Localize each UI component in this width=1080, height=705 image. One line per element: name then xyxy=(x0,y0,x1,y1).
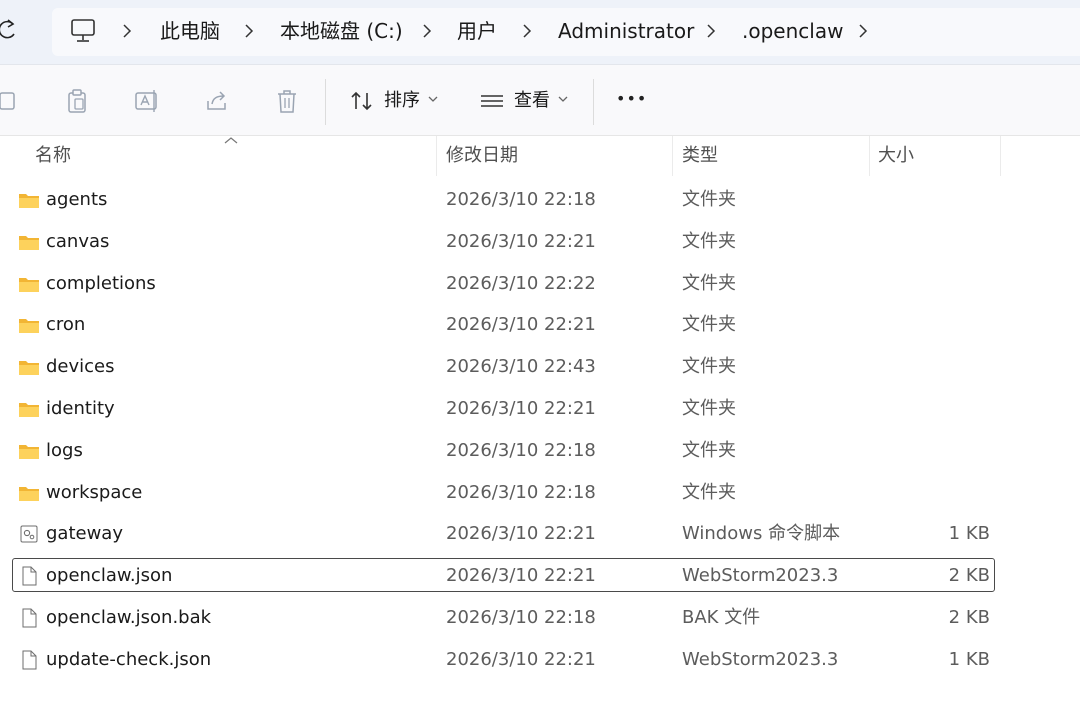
file-modified: 2026/3/10 22:21 xyxy=(446,314,596,336)
file-name: identity xyxy=(46,398,115,419)
file-type: 文件夹 xyxy=(682,439,736,461)
paste-icon[interactable] xyxy=(63,87,91,115)
focus-rectangle xyxy=(12,558,995,592)
more-options-button[interactable]: ••• xyxy=(616,87,647,111)
folder-icon xyxy=(18,190,40,210)
chevron-right-icon[interactable] xyxy=(856,18,870,44)
file-modified: 2026/3/10 22:22 xyxy=(446,272,596,294)
file-icon xyxy=(18,650,40,670)
file-row[interactable]: workspace 2026/3/10 22:18 文件夹 xyxy=(0,473,1080,513)
file-icon xyxy=(18,608,40,628)
toolbar-divider xyxy=(325,79,326,125)
file-row[interactable]: update-check.json 2026/3/10 22:21 WebStorm… xyxy=(0,640,1080,680)
file-type: BAK 文件 xyxy=(682,607,761,628)
sort-icon[interactable] xyxy=(348,87,376,115)
file-row[interactable]: completions 2026/3/10 22:22 文件夹 xyxy=(0,264,1080,304)
file-name: devices xyxy=(46,356,115,378)
file-name: gateway xyxy=(46,523,123,545)
file-modified: 2026/3/10 22:18 xyxy=(446,607,596,628)
file-size: 2 KB xyxy=(948,607,990,628)
file-name: logs xyxy=(46,439,83,461)
file-modified: 2026/3/10 22:21 xyxy=(446,648,596,670)
column-header-size[interactable]: 大小 xyxy=(878,144,914,168)
delete-icon[interactable] xyxy=(273,87,301,115)
file-name: canvas xyxy=(46,230,110,252)
file-row[interactable]: canvas 2026/3/10 22:21 文件夹 xyxy=(0,222,1080,262)
file-modified: 2026/3/10 22:43 xyxy=(446,356,596,378)
file-modified: 2026/3/10 22:21 xyxy=(446,230,596,252)
view-list-icon[interactable] xyxy=(478,87,506,115)
chevron-right-icon[interactable] xyxy=(704,18,718,44)
chevron-down-icon[interactable] xyxy=(558,95,568,103)
file-modified: 2026/3/10 22:21 xyxy=(446,398,596,419)
folder-icon xyxy=(18,399,40,419)
file-type: 文件夹 xyxy=(682,481,736,503)
file-type: Windows 命令脚本 xyxy=(682,523,841,545)
file-row[interactable]: agents 2026/3/10 22:18 文件夹 xyxy=(0,180,1080,220)
file-row[interactable]: devices 2026/3/10 22:43 文件夹 xyxy=(0,347,1080,387)
breadcrumb-users[interactable]: 用户 xyxy=(457,18,497,44)
file-size: 1 KB xyxy=(948,648,990,670)
rename-icon[interactable] xyxy=(133,87,161,115)
command-bar: 排序 查看 ••• xyxy=(0,64,1080,136)
file-type: 文件夹 xyxy=(682,272,736,294)
toolbar-divider xyxy=(593,79,594,125)
file-modified: 2026/3/10 22:18 xyxy=(446,439,596,461)
column-header-type[interactable]: 类型 xyxy=(682,144,718,168)
column-header-row: 名称 修改日期 类型 大小 xyxy=(0,136,1080,176)
file-type: 文件夹 xyxy=(682,314,736,336)
folder-icon xyxy=(18,232,40,252)
file-type: 文件夹 xyxy=(682,189,736,210)
file-type: 文件夹 xyxy=(682,398,736,419)
column-divider[interactable] xyxy=(436,136,437,176)
chevron-right-icon[interactable] xyxy=(420,18,434,44)
chevron-right-icon[interactable] xyxy=(242,18,256,44)
file-name: update-check.json xyxy=(46,648,212,670)
file-row[interactable]: logs 2026/3/10 22:18 文件夹 xyxy=(0,431,1080,471)
file-name: cron xyxy=(46,314,86,336)
column-header-modified[interactable]: 修改日期 xyxy=(446,144,518,168)
column-header-name[interactable]: 名称 xyxy=(35,144,71,168)
chevron-down-icon[interactable] xyxy=(428,95,438,103)
column-divider[interactable] xyxy=(672,136,673,176)
address-bar-area: 此电脑 本地磁盘 (C:) 用户 Administrator .openclaw xyxy=(0,0,1080,64)
folder-icon xyxy=(18,483,40,503)
file-size: 1 KB xyxy=(948,523,990,545)
file-name: openclaw.json.bak xyxy=(46,607,212,628)
file-type: 文件夹 xyxy=(682,356,736,378)
column-divider[interactable] xyxy=(1000,136,1001,176)
file-modified: 2026/3/10 22:18 xyxy=(446,481,596,503)
file-modified: 2026/3/10 22:18 xyxy=(446,189,596,210)
folder-icon xyxy=(18,441,40,461)
column-divider[interactable] xyxy=(869,136,870,176)
view-button[interactable]: 查看 xyxy=(514,89,550,113)
file-name: completions xyxy=(46,272,156,294)
script-file-icon xyxy=(18,524,40,544)
file-type: 文件夹 xyxy=(682,230,736,252)
folder-icon xyxy=(18,274,40,294)
sort-button[interactable]: 排序 xyxy=(384,89,420,113)
file-row[interactable]: identity 2026/3/10 22:21 文件夹 xyxy=(0,389,1080,429)
file-row[interactable]: cron 2026/3/10 22:21 文件夹 xyxy=(0,305,1080,345)
file-modified: 2026/3/10 22:21 xyxy=(446,523,596,545)
file-row[interactable]: gateway 2026/3/10 22:21 Windows 命令脚本 1 KB xyxy=(0,514,1080,554)
breadcrumb-administrator[interactable]: Administrator xyxy=(558,18,694,44)
copy-icon[interactable] xyxy=(0,87,20,115)
breadcrumb-local-disk[interactable]: 本地磁盘 (C:) xyxy=(280,18,403,44)
file-name: agents xyxy=(46,189,108,210)
chevron-right-icon[interactable] xyxy=(120,18,134,44)
folder-icon xyxy=(18,315,40,335)
file-type: WebStorm2023.3 xyxy=(682,648,839,670)
chevron-right-icon[interactable] xyxy=(520,18,534,44)
folder-icon xyxy=(18,357,40,377)
file-name: workspace xyxy=(46,481,143,503)
breadcrumb-openclaw[interactable]: .openclaw xyxy=(742,18,843,44)
computer-icon xyxy=(71,19,95,42)
file-row[interactable]: openclaw.json.bak 2026/3/10 22:18 BAK 文件 2 … xyxy=(0,598,1080,638)
refresh-icon[interactable] xyxy=(0,14,20,46)
share-icon[interactable] xyxy=(203,87,231,115)
breadcrumb-this-pc[interactable]: 此电脑 xyxy=(160,18,220,44)
